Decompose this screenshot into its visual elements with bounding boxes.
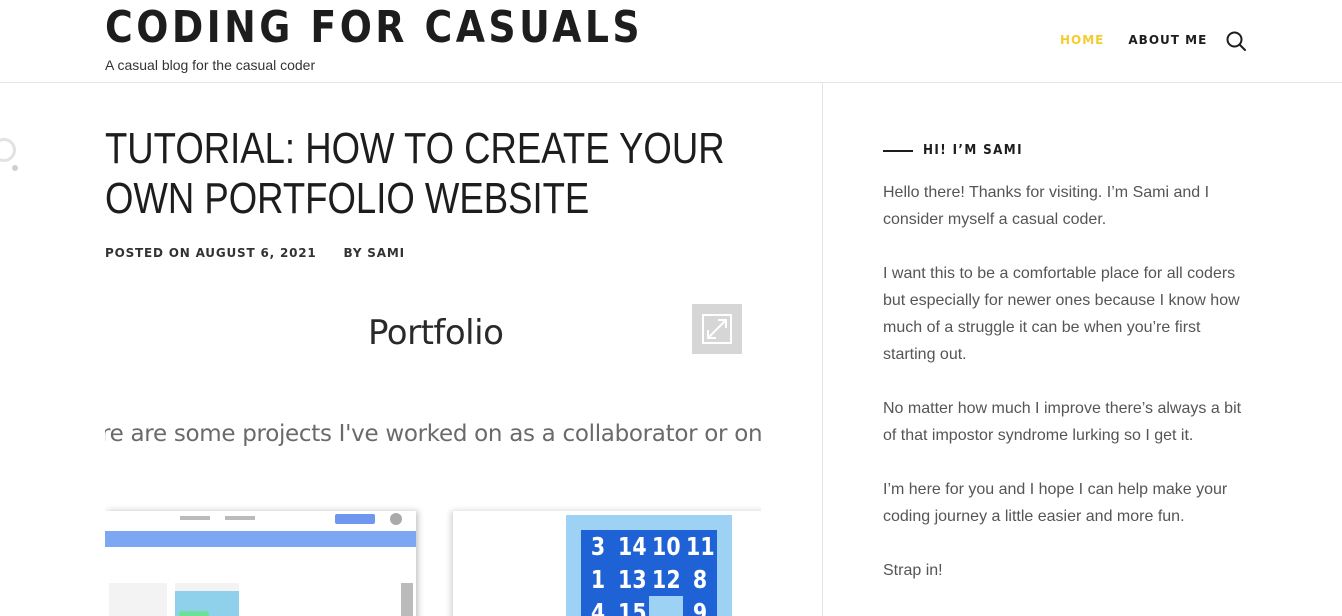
project-card-puzzle: 3 14 10 11 1 13 12 8 4 15 9 <box>453 511 761 616</box>
kanban-tag <box>179 611 209 616</box>
sidebar-widget-text: Hello there! Thanks for visiting. I’m Sa… <box>883 179 1248 611</box>
puzzle-tile: 9 <box>692 598 708 616</box>
featured-image[interactable]: Portfolio re are some projects I've work… <box>105 295 761 616</box>
sidebar-paragraph: I want this to be a comfortable place fo… <box>883 265 1240 363</box>
sidebar-paragraph: Strap in! <box>883 562 943 579</box>
puzzle-empty-tile <box>649 596 683 616</box>
avatar <box>390 513 402 525</box>
mini-tab <box>180 516 210 520</box>
puzzle-tile: 3 <box>590 532 606 561</box>
posted-on-label: POSTED ON <box>105 246 191 260</box>
post-author[interactable]: SAMI <box>367 246 405 260</box>
kanban-column <box>109 583 167 616</box>
post-title[interactable]: TUTORIAL: HOW TO CREATE YOUR OWN PORTFOL… <box>105 124 736 224</box>
puzzle-tile: 8 <box>692 565 708 594</box>
nav-home[interactable]: HOME <box>1060 33 1104 47</box>
expand-icon <box>702 314 732 344</box>
scrollbar <box>401 583 413 616</box>
app-bar <box>105 531 416 547</box>
column-divider <box>822 83 823 616</box>
sidebar-widget-header: HI! I’M SAMI <box>883 143 1032 158</box>
puzzle-tile: 4 <box>590 598 606 616</box>
post-date[interactable]: AUGUST 6, 2021 <box>196 246 317 260</box>
puzzle-tile: 13 <box>618 565 647 594</box>
puzzle-tile: 12 <box>652 565 681 594</box>
heading-rule <box>883 149 913 152</box>
by-label: BY <box>343 246 363 260</box>
main-nav: HOME ABOUT ME <box>1060 33 1207 47</box>
project-card-kanban <box>105 511 416 616</box>
puzzle-tile: 11 <box>686 532 715 561</box>
puzzle-grid: 3 14 10 11 1 13 12 8 4 15 9 <box>581 530 717 616</box>
loading-spinner-icon <box>0 138 16 162</box>
nav-about-me[interactable]: ABOUT ME <box>1128 33 1207 47</box>
puzzle-tile: 1 <box>590 565 606 594</box>
featured-image-heading: Portfolio <box>368 313 504 353</box>
puzzle-board: 3 14 10 11 1 13 12 8 4 15 9 <box>566 515 732 616</box>
mini-button <box>335 514 375 524</box>
mini-tab <box>225 516 255 520</box>
sidebar-paragraph: I’m here for you and I hope I can help m… <box>883 481 1228 525</box>
post-meta: POSTED ON AUGUST 6, 2021 BY SAMI <box>105 246 405 260</box>
sidebar-paragraph: Hello there! Thanks for visiting. I’m Sa… <box>883 184 1210 228</box>
loading-dot <box>12 165 18 171</box>
search-icon[interactable] <box>1225 30 1247 52</box>
puzzle-tile: 15 <box>618 598 647 616</box>
sidebar-paragraph: No matter how much I improve there’s alw… <box>883 400 1242 444</box>
featured-image-description: re are some projects I've worked on as a… <box>105 421 761 447</box>
expand-image-button[interactable] <box>692 304 742 354</box>
site-title[interactable]: CODING FOR CASUALS <box>105 2 643 53</box>
site-header: CODING FOR CASUALS A casual blog for the… <box>0 0 1342 83</box>
site-tagline: A casual blog for the casual coder <box>105 57 316 73</box>
sidebar-widget-title: HI! I’M SAMI <box>923 143 1023 158</box>
puzzle-tile: 10 <box>652 532 681 561</box>
puzzle-tile: 14 <box>618 532 647 561</box>
